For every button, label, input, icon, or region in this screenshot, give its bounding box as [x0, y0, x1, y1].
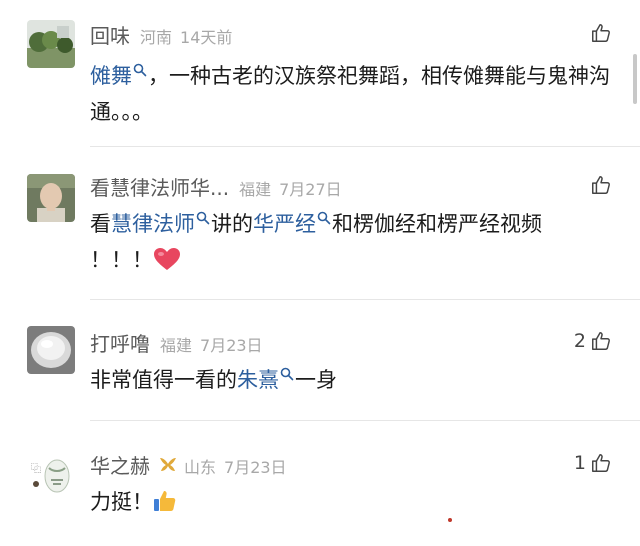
user-name[interactable]: 看慧律法师华... — [90, 172, 229, 201]
like-button[interactable]: 1 — [574, 452, 612, 474]
keyword-link[interactable]: 慧律法师 — [111, 212, 195, 236]
thumbs-up-emoji — [154, 491, 176, 511]
heart-emoji — [154, 248, 180, 270]
comment-text: 力挺！ — [90, 484, 620, 520]
comment-text-segment: 非常值得一看的 — [90, 368, 237, 392]
like-button[interactable]: 2 — [574, 330, 612, 352]
comment-item: 回味 河南 14天前 傩舞 ，一种古老的汉族祭祀舞蹈，相传傩舞能与鬼神沟通。。。 — [0, 14, 640, 154]
thumbs-up-icon — [590, 22, 612, 44]
user-region: 福建 — [239, 180, 272, 199]
comment-time: 14天前 — [180, 28, 233, 47]
svg-text:⿻: ⿻ — [31, 463, 41, 475]
comment-meta: 看慧律法师华... 福建 7月27日 — [90, 172, 342, 200]
comment-time: 7月27日 — [279, 180, 342, 199]
comment-text-segment: 一身 — [295, 368, 337, 392]
divider — [90, 146, 640, 147]
like-button[interactable] — [586, 22, 612, 44]
like-button[interactable] — [586, 174, 612, 196]
landscape-avatar[interactable] — [27, 20, 75, 68]
comment-item: ⿻ 华之赫 山东 7月23日 1 力挺！ — [0, 444, 640, 544]
user-name[interactable]: 打呼噜 — [90, 328, 150, 357]
search-icon[interactable] — [280, 367, 294, 381]
divider — [90, 420, 640, 421]
comment-text-segment: 力挺！ — [90, 490, 153, 514]
user-region: 福建 — [160, 336, 193, 355]
comment-meta: 华之赫 山东 7月23日 — [90, 450, 287, 478]
keyword-link[interactable]: 朱熹 — [237, 368, 279, 392]
like-count: 1 — [573, 452, 586, 474]
comment-text-segment: 看 — [90, 212, 111, 236]
comment-time: 7月23日 — [224, 458, 287, 477]
comment-text: 傩舞 ，一种古老的汉族祭祀舞蹈，相传傩舞能与鬼神沟通。。。 — [90, 58, 620, 130]
thumbs-up-icon — [590, 330, 612, 352]
comment-text-segment: ！！！ — [90, 248, 153, 272]
user-region: 河南 — [140, 28, 173, 47]
comment-text: 看慧律法师 讲的华严经 和楞伽经和楞严经视频 ！！！ — [90, 206, 620, 278]
comment-text: 非常值得一看的朱熹 一身 — [90, 362, 620, 398]
comment-time: 7月23日 — [200, 336, 263, 355]
comment-text-segment: 讲的 — [211, 212, 253, 236]
user-region: 山东 — [184, 458, 217, 477]
keyword-link[interactable]: 傩舞 — [90, 64, 132, 88]
search-icon[interactable] — [133, 63, 147, 77]
search-icon[interactable] — [196, 211, 210, 225]
gold-badge-icon — [160, 458, 176, 471]
comment-item: 打呼噜 福建 7月23日 2 非常值得一看的朱熹 一身 — [0, 324, 640, 424]
like-count: 2 — [573, 330, 586, 352]
thumbs-up-icon — [590, 174, 612, 196]
user-name[interactable]: 回味 — [90, 20, 130, 49]
comment-text-segment: 和楞伽经和楞严经视频 — [332, 212, 542, 236]
scrollbar[interactable] — [633, 54, 637, 104]
search-icon[interactable] — [317, 211, 331, 225]
monk-avatar[interactable] — [27, 174, 75, 222]
indicator-dot — [448, 518, 452, 522]
comment-meta: 回味 河南 14天前 — [90, 20, 232, 48]
vase-avatar[interactable]: ⿻ — [27, 450, 75, 498]
user-name[interactable]: 华之赫 — [90, 450, 150, 479]
comment-item: 看慧律法师华... 福建 7月27日 看慧律法师 讲的华严经 和楞伽经和楞严经视频 ！… — [0, 166, 640, 296]
bowl-avatar[interactable] — [27, 326, 75, 374]
keyword-link[interactable]: 华严经 — [253, 212, 316, 236]
thumbs-up-icon — [590, 452, 612, 474]
comment-meta: 打呼噜 福建 7月23日 — [90, 328, 263, 356]
comment-text-segment: ，一种古老的汉族祭祀舞蹈，相传傩舞能与鬼神沟通。。。 — [90, 64, 610, 124]
divider — [90, 299, 640, 300]
